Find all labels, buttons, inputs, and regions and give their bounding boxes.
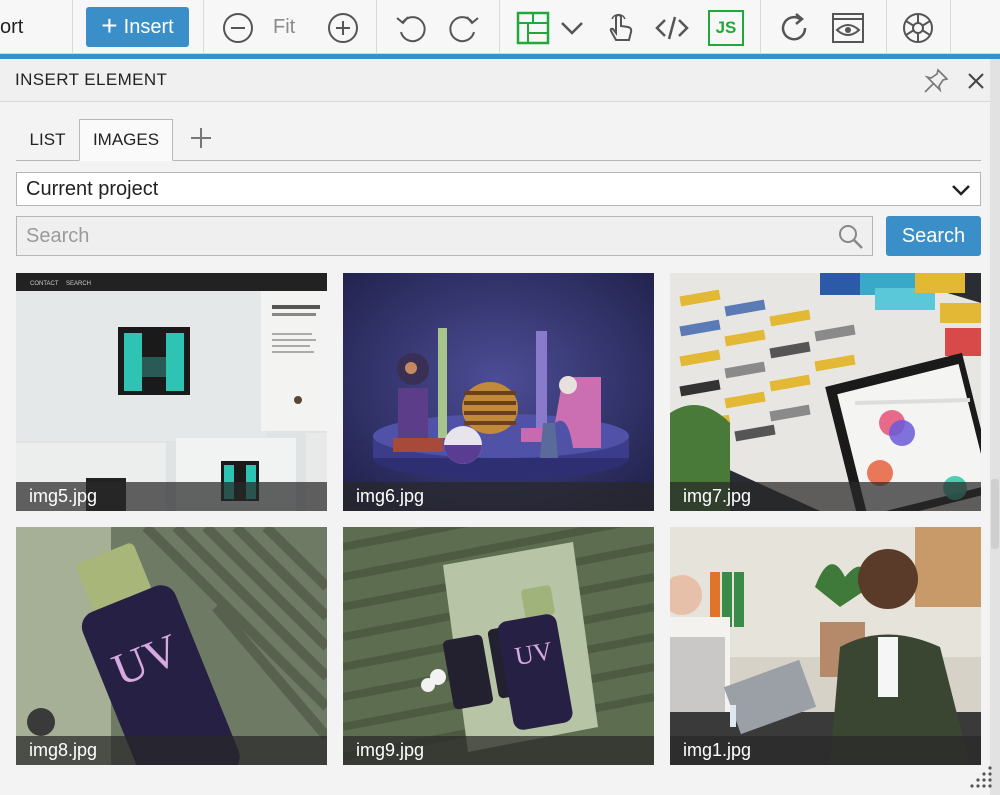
- zoom-fit-button[interactable]: Fit: [273, 16, 295, 39]
- color-swatch-book-thumbnail: [670, 273, 981, 511]
- search-input[interactable]: [17, 217, 832, 255]
- chevron-down-icon: [952, 185, 970, 196]
- tab-images[interactable]: IMAGES: [79, 119, 173, 161]
- refresh-icon[interactable]: [776, 10, 812, 46]
- image-file-name: img8.jpg: [16, 736, 327, 765]
- image-file-name: img6.jpg: [343, 482, 654, 511]
- geometric-3d-scene-thumbnail: [343, 273, 654, 511]
- brochure-mockup-thumbnail: UV: [343, 527, 654, 765]
- search-icon[interactable]: [837, 223, 865, 251]
- close-icon[interactable]: [962, 67, 990, 95]
- undo-icon[interactable]: [393, 10, 429, 46]
- office-people-thumbnail: [670, 527, 981, 765]
- touch-hand-icon[interactable]: [602, 10, 638, 46]
- resize-grip-icon[interactable]: [966, 762, 994, 790]
- image-source-select[interactable]: Current project: [16, 172, 981, 206]
- javascript-label: JS: [715, 18, 737, 37]
- add-tab-icon[interactable]: [188, 125, 214, 151]
- tab-list[interactable]: LIST: [16, 119, 79, 161]
- panel-title: INSERT ELEMENT: [15, 70, 168, 89]
- image-file-name: img7.jpg: [670, 482, 981, 511]
- panel-header: INSERT ELEMENT: [0, 59, 1000, 102]
- redo-icon[interactable]: [446, 10, 482, 46]
- chevron-down-icon[interactable]: [555, 10, 589, 46]
- thumb-nav-search: SEARCH: [66, 281, 91, 287]
- insert-button-label: Insert: [123, 15, 174, 38]
- search-button[interactable]: Search: [886, 216, 981, 256]
- image-tile-img5[interactable]: CONTACT SEARCH img5.jpg: [16, 273, 327, 511]
- image-tile-img1[interactable]: img1.jpg: [670, 527, 981, 765]
- code-icon[interactable]: [654, 10, 690, 46]
- image-source-value: Current project: [26, 178, 159, 200]
- image-tile-img8[interactable]: UV img8.jpg: [16, 527, 327, 765]
- panel-scrollbar-thumb[interactable]: [991, 479, 999, 549]
- javascript-icon[interactable]: JS: [708, 10, 744, 46]
- plus-icon: +: [101, 9, 118, 41]
- bottle-product-thumbnail: UV: [16, 527, 327, 765]
- zoom-in-icon[interactable]: [325, 10, 361, 46]
- image-file-name: img5.jpg: [16, 482, 327, 511]
- panel-scrollbar[interactable]: [990, 59, 1000, 795]
- toolbar-partial-label[interactable]: ort: [0, 16, 23, 39]
- image-tile-img7[interactable]: img7.jpg: [670, 273, 981, 511]
- preview-icon[interactable]: [830, 10, 866, 46]
- zoom-out-icon[interactable]: [220, 10, 256, 46]
- image-file-name: img1.jpg: [670, 736, 981, 765]
- image-tile-img9[interactable]: UV img9.jpg: [343, 527, 654, 765]
- settings-wheel-icon[interactable]: [900, 10, 936, 46]
- image-tile-img6[interactable]: img6.jpg: [343, 273, 654, 511]
- pin-icon[interactable]: [922, 67, 950, 95]
- grid-layout-icon[interactable]: [515, 10, 551, 46]
- website-mockup-thumbnail: CONTACT SEARCH: [16, 273, 327, 511]
- image-file-name: img9.jpg: [343, 736, 654, 765]
- insert-button[interactable]: + Insert: [86, 7, 189, 47]
- thumb-nav-contact: CONTACT: [30, 281, 59, 287]
- search-box: [16, 216, 873, 256]
- main-toolbar: ort + Insert Fit JS: [0, 0, 1000, 54]
